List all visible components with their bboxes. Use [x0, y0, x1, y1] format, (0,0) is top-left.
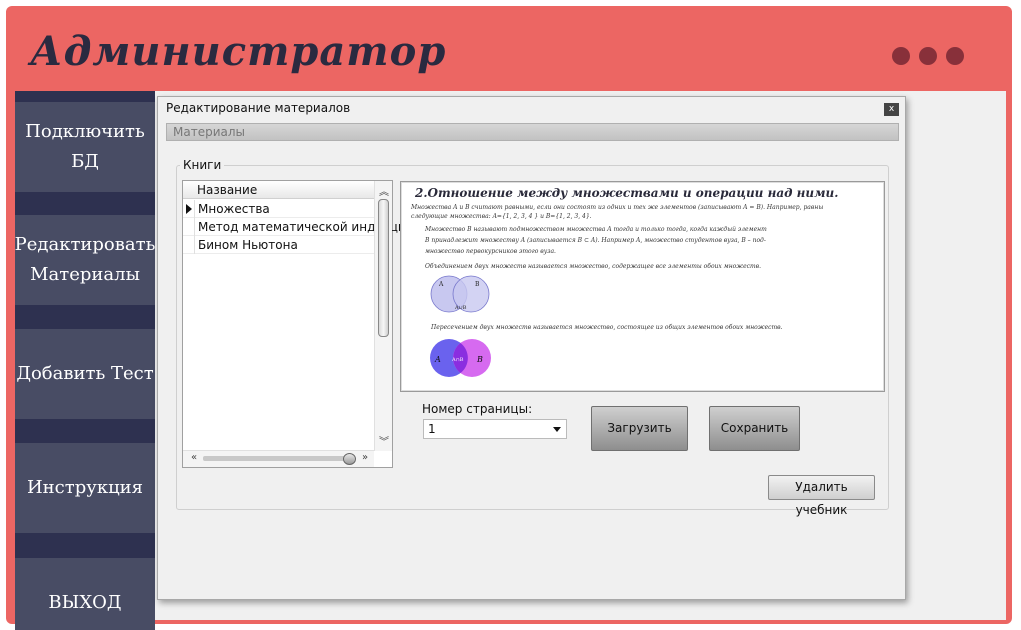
- venn-intersection-diagram: A A∩B B: [430, 339, 491, 377]
- page-line: множество первокурсников этого вуза.: [425, 248, 556, 255]
- dot-icon: [919, 47, 937, 65]
- nav-connect-db-button[interactable]: Подключить БД: [15, 102, 155, 192]
- page-number-label: Номер страницы:: [422, 402, 533, 416]
- scroll-right-icon[interactable]: »: [356, 452, 374, 463]
- dot-icon: [892, 47, 910, 65]
- page-line: Объединением двух множеств называется мн…: [425, 263, 762, 270]
- venn-label: B: [476, 355, 483, 364]
- sidebar: Подключить БД Редактировать Материалы До…: [15, 91, 155, 630]
- page-line: B принадлежит множеству A (записывается …: [425, 237, 766, 244]
- row-selector-icon: [183, 200, 195, 218]
- page-heading: 2.Отношение между множествами и операции…: [415, 186, 839, 200]
- books-group-label: Книги: [180, 158, 225, 172]
- vertical-scroll-thumb[interactable]: [378, 199, 389, 337]
- venn-union-diagram: A B A∪B: [430, 275, 490, 313]
- page-line: следующие множества: A={1, 2, 3, 4 } и B…: [411, 213, 592, 220]
- row-title: Множества: [198, 202, 270, 216]
- horizontal-scrollbar[interactable]: « »: [183, 450, 374, 467]
- close-icon[interactable]: x: [884, 103, 899, 116]
- row-selector: [183, 218, 195, 236]
- page-line: Множество B называют подмножеством множе…: [425, 226, 767, 233]
- page-number-value: 1: [428, 422, 436, 436]
- page-line: Пересечением двух множеств называется мн…: [431, 324, 783, 331]
- table-row[interactable]: Бином Ньютона: [183, 236, 374, 254]
- row-title: Бином Ньютона: [198, 238, 298, 252]
- scroll-left-icon[interactable]: «: [185, 452, 203, 463]
- app-title: Администратор: [30, 28, 447, 75]
- venn-label: A: [438, 281, 444, 288]
- venn-label: A∪B: [454, 305, 467, 311]
- nav-exit-button[interactable]: ВЫХОД: [15, 558, 155, 630]
- edit-materials-dialog: Редактирование материалов x Материалы Кн…: [157, 96, 906, 600]
- nav-edit-materials-button[interactable]: Редактировать Материалы: [15, 215, 155, 305]
- tab-materials[interactable]: Материалы: [166, 123, 899, 141]
- delete-textbook-button[interactable]: Удалить учебник: [768, 475, 875, 517]
- window-menu-dots-icon[interactable]: [892, 47, 964, 65]
- table-row[interactable]: Метод математической индукции: [183, 218, 413, 236]
- column-header-name[interactable]: Название: [183, 181, 374, 199]
- table-row[interactable]: Множества: [183, 200, 374, 218]
- chevron-down-icon: [553, 427, 561, 432]
- horizontal-scroll-thumb[interactable]: [343, 453, 356, 465]
- row-selector: [183, 236, 195, 254]
- venn-label: A: [434, 355, 441, 364]
- vertical-scrollbar[interactable]: ︽ ︾: [374, 181, 392, 451]
- page-line: Множества A и B считают равными, если он…: [411, 204, 824, 211]
- dot-icon: [946, 47, 964, 65]
- dialog-title: Редактирование материалов: [158, 97, 905, 120]
- horizontal-scroll-track: [203, 456, 347, 461]
- nav-add-test-button[interactable]: Добавить Тест: [15, 329, 155, 419]
- nav-instruction-button[interactable]: Инструкция: [15, 443, 155, 533]
- books-grid: Название Множества Метод математической …: [182, 180, 413, 468]
- page-number-select[interactable]: 1: [423, 419, 567, 439]
- scroll-down-icon[interactable]: ︾: [375, 433, 393, 448]
- load-button[interactable]: Загрузить: [591, 406, 688, 451]
- scroll-up-icon[interactable]: ︽: [375, 183, 393, 198]
- venn-label: A∩B: [451, 357, 464, 363]
- page-preview: 2.Отношение между множествами и операции…: [400, 181, 885, 392]
- venn-label: B: [475, 281, 480, 288]
- save-button[interactable]: Сохранить: [709, 406, 800, 451]
